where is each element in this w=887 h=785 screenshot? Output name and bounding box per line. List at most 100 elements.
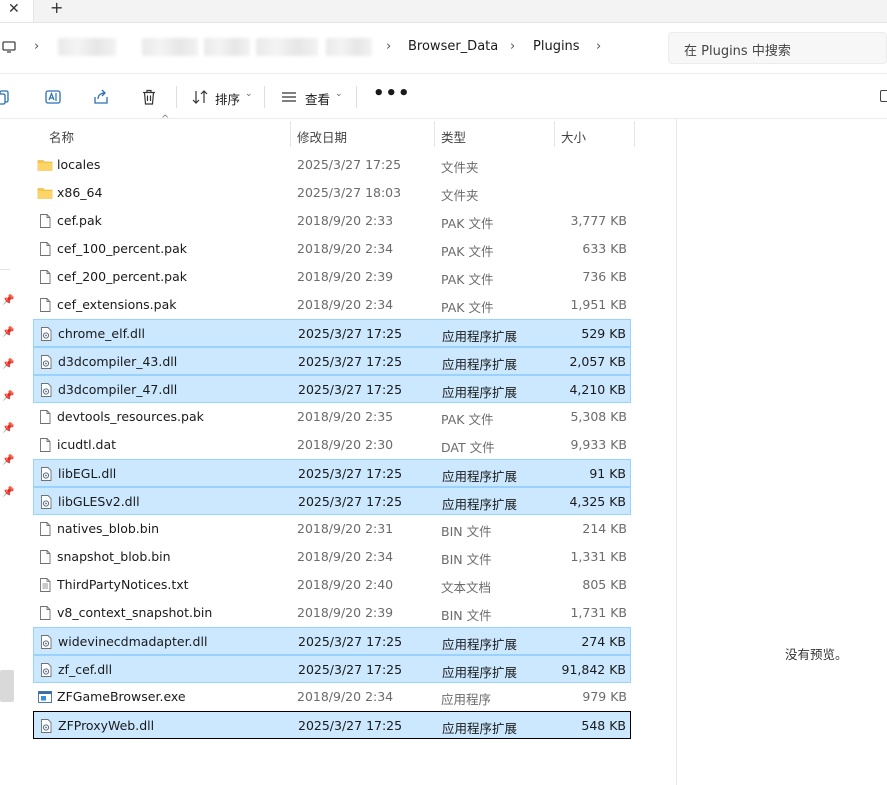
preview-pane-divider[interactable] [676,119,677,785]
dll-icon [41,495,52,509]
breadcrumb-chevron-icon[interactable]: › [510,39,515,54]
file-row[interactable]: devtools_resources.pak 2018/9/20 2:35 PAK … [33,403,631,431]
file-name: natives_blob.bin [57,521,160,536]
column-header-type[interactable]: 类型 [441,127,466,146]
file-date: 2018/9/20 2:34 [297,689,394,704]
new-tab-icon[interactable]: + [50,0,63,16]
copy-icon[interactable] [0,88,12,106]
more-options-button[interactable]: ••• [373,83,411,104]
file-size: 805 KB [582,577,627,592]
file-row[interactable]: cef.pak 2018/9/20 2:33 PAK 文件 3,777 KB [33,207,631,235]
file-type: PAK 文件 [441,300,494,315]
file-icon [40,298,51,312]
file-row[interactable]: d3dcompiler_47.dll 2025/3/27 17:25 应用程序扩展 4… [33,375,631,403]
file-row[interactable]: v8_context_snapshot.bin 2018/9/20 2:39 BIN… [33,599,631,627]
file-row[interactable]: ZFProxyWeb.dll 2025/3/27 17:25 应用程序扩展 548 K… [33,711,631,739]
search-input[interactable]: 在 Plugins 中搜索 [668,32,887,64]
file-type: BIN 文件 [441,524,492,539]
pin-icon[interactable]: 📌 [2,487,14,498]
file-row[interactable]: libEGL.dll 2025/3/27 17:25 应用程序扩展 91 KB [33,459,631,487]
file-type: PAK 文件 [441,272,494,287]
file-date: 2025/3/27 17:25 [298,634,403,649]
breadcrumb-chevron-icon[interactable]: › [596,39,601,54]
view-chevron-down-icon[interactable]: ⌄ [335,89,343,99]
tab-close-icon[interactable]: ✕ [8,0,20,18]
file-icon [40,410,51,424]
file-row[interactable]: snapshot_blob.bin 2018/9/20 2:34 BIN 文件 1,3… [33,543,631,571]
column-header-date[interactable]: 修改日期 [297,127,347,146]
breadcrumb-redacted [326,38,372,56]
file-type: DAT 文件 [441,440,495,455]
sort-button[interactable]: 排序 [215,89,240,108]
file-size: 2,057 KB [569,354,626,369]
file-size: 979 KB [582,689,627,704]
sort-ascending-icon: ^ [161,114,170,125]
column-divider[interactable] [434,121,435,147]
file-row[interactable]: zf_cef.dll 2025/3/27 17:25 应用程序扩展 91,842 KB [33,655,631,683]
file-size: 736 KB [582,269,627,284]
this-pc-icon[interactable] [2,41,16,53]
tab-strip: ✕ + [0,0,887,22]
file-row[interactable]: libGLESv2.dll 2025/3/27 17:25 应用程序扩展 4,325 … [33,487,631,515]
pin-icon[interactable]: 📌 [2,391,14,402]
breadcrumb-redacted [142,38,198,56]
file-date: 2025/3/27 17:25 [298,662,403,677]
file-row[interactable]: natives_blob.bin 2018/9/20 2:31 BIN 文件 214 … [33,515,631,543]
pin-icon[interactable]: 📌 [2,327,14,338]
dll-icon [41,327,52,341]
file-row[interactable]: x86_64 2025/3/27 18:03 文件夹 [33,179,631,207]
file-name: widevinecdmadapter.dll [58,634,208,649]
delete-icon[interactable] [140,88,158,106]
tab-active[interactable]: ✕ [0,0,34,22]
dll-icon [41,355,52,369]
file-row[interactable]: ZFGameBrowser.exe 2018/9/20 2:34 应用程序 979 K… [33,683,631,711]
dll-icon [41,467,52,481]
column-header-name[interactable]: 名称 [49,127,74,146]
file-row[interactable]: icudtl.dat 2018/9/20 2:30 DAT 文件 9,933 KB [33,431,631,459]
share-icon[interactable] [92,88,110,106]
file-row[interactable]: ThirdPartyNotices.txt 2018/9/20 2:40 文本文档 8… [33,571,631,599]
details-pane-icon[interactable] [880,90,887,102]
file-size: 1,331 KB [570,549,627,564]
file-row[interactable]: cef_extensions.pak 2018/9/20 2:34 PAK 文件 1,… [33,291,631,319]
pin-icon[interactable]: 📌 [2,359,14,370]
breadcrumb-item-plugins[interactable]: Plugins [533,39,580,54]
column-divider[interactable] [554,121,555,147]
navigation-pane: 📌 📌 📌 📌 📌 📌 📌 [0,119,15,785]
file-name: snapshot_blob.bin [57,549,171,564]
file-row[interactable]: widevinecdmadapter.dll 2025/3/27 17:25 应用程… [33,627,631,655]
file-row[interactable]: d3dcompiler_43.dll 2025/3/27 17:25 应用程序扩展 2… [33,347,631,375]
nav-scrollbar[interactable] [0,670,14,702]
file-name: libEGL.dll [58,466,117,481]
file-date: 2018/9/20 2:39 [297,605,394,620]
column-divider[interactable] [290,121,291,147]
breadcrumb-chevron-icon[interactable]: › [386,39,391,54]
file-type: 应用程序扩展 [442,637,518,652]
file-type: 文本文档 [441,580,492,595]
column-divider[interactable] [634,121,635,147]
sort-chevron-down-icon[interactable]: ⌄ [245,89,253,99]
file-type: 应用程序扩展 [442,497,518,512]
file-type: 应用程序扩展 [442,721,518,736]
pin-icon[interactable]: 📌 [2,423,14,434]
file-date: 2025/3/27 17:25 [298,494,403,509]
pin-icon[interactable]: 📌 [2,455,14,466]
file-row[interactable]: cef_200_percent.pak 2018/9/20 2:39 PAK 文件 7… [33,263,631,291]
file-row[interactable]: locales 2025/3/27 17:25 文件夹 [33,151,631,179]
file-icon [40,270,51,284]
file-row[interactable]: cef_100_percent.pak 2018/9/20 2:34 PAK 文件 6… [33,235,631,263]
sort-icon[interactable] [191,88,209,106]
file-row[interactable]: chrome_elf.dll 2025/3/27 17:25 应用程序扩展 529 K… [33,319,631,347]
rename-icon[interactable] [44,88,62,106]
file-size: 274 KB [581,634,626,649]
view-icon[interactable] [280,88,298,106]
breadcrumb-chevron-icon[interactable]: › [34,39,39,54]
file-size: 3,777 KB [570,213,627,228]
breadcrumb-item-browser-data[interactable]: Browser_Data [408,39,498,54]
pin-icon[interactable]: 📌 [2,295,14,306]
column-header-size[interactable]: 大小 [561,127,586,146]
view-button[interactable]: 查看 [305,89,330,108]
file-size: 633 KB [582,241,627,256]
file-date: 2018/9/20 2:34 [297,549,394,564]
preview-empty-text: 没有预览。 [785,647,848,662]
